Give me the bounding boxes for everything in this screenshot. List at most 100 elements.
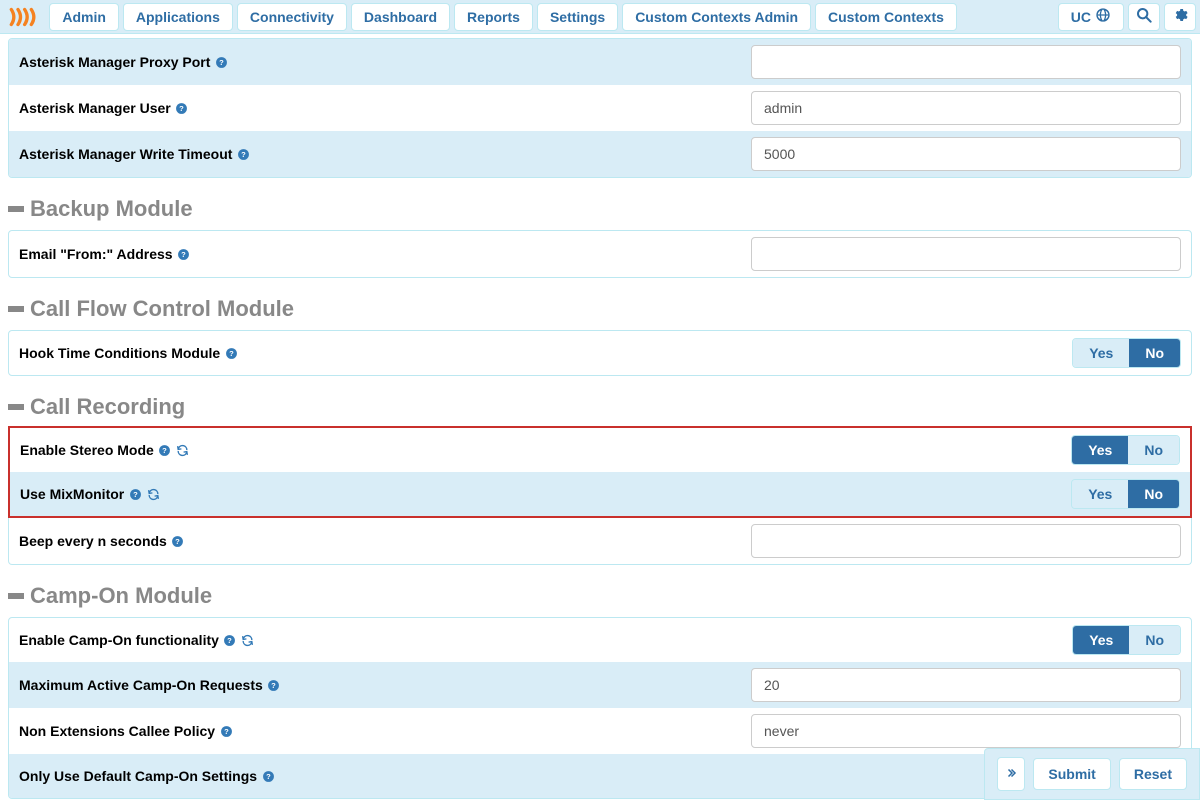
nav-admin[interactable]: Admin xyxy=(49,3,119,31)
nav-applications[interactable]: Applications xyxy=(123,3,233,31)
bottom-bar: Submit Reset xyxy=(984,748,1200,800)
nav-connectivity[interactable]: Connectivity xyxy=(237,3,347,31)
label-asterisk-user: Asterisk Manager User xyxy=(19,100,171,116)
input-beep-every-n[interactable] xyxy=(751,524,1181,558)
section-head-campon[interactable]: Camp-On Module xyxy=(8,583,1192,609)
row-asterisk-write-timeout: Asterisk Manager Write Timeout ? xyxy=(9,131,1191,177)
svg-text:?: ? xyxy=(228,636,233,645)
label-only-default-campon: Only Use Default Camp-On Settings xyxy=(19,768,257,784)
label-non-ext-callee-policy: Non Extensions Callee Policy xyxy=(19,723,215,739)
reset-button[interactable]: Reset xyxy=(1119,758,1187,790)
submit-button[interactable]: Submit xyxy=(1033,758,1110,790)
refresh-icon[interactable] xyxy=(241,633,255,647)
section-head-callflow[interactable]: Call Flow Control Module xyxy=(8,296,1192,322)
backup-panel: Email "From:" Address ? xyxy=(8,230,1192,278)
help-icon[interactable]: ? xyxy=(223,633,237,647)
yes-button[interactable]: Yes xyxy=(1072,436,1128,464)
row-enable-campon: Enable Camp-On functionality ? Yes No xyxy=(9,618,1191,662)
section-title-callflow: Call Flow Control Module xyxy=(30,296,294,322)
chevron-right-icon xyxy=(1005,767,1017,782)
label-asterisk-proxy-port: Asterisk Manager Proxy Port xyxy=(19,54,210,70)
help-icon[interactable]: ? xyxy=(128,487,142,501)
help-icon[interactable]: ? xyxy=(177,247,191,261)
label-beep-every-n: Beep every n seconds xyxy=(19,533,167,549)
logo[interactable] xyxy=(4,7,45,27)
svg-text:?: ? xyxy=(224,727,229,736)
section-head-backup[interactable]: Backup Module xyxy=(8,196,1192,222)
help-icon[interactable]: ? xyxy=(219,724,233,738)
help-icon[interactable]: ? xyxy=(214,55,228,69)
callrec-panel-highlight: Enable Stereo Mode ? Yes No Use MixMonit… xyxy=(8,426,1192,518)
row-max-campon-requests: Maximum Active Camp-On Requests ? xyxy=(9,662,1191,708)
toggle-enable-campon: Yes No xyxy=(1072,625,1181,655)
search-icon xyxy=(1136,7,1152,26)
yes-button[interactable]: Yes xyxy=(1073,339,1129,367)
toggle-hook-time-conditions: Yes No xyxy=(1072,338,1181,368)
label-max-campon-requests: Maximum Active Camp-On Requests xyxy=(19,677,263,693)
help-icon[interactable]: ? xyxy=(171,534,185,548)
section-head-callrec[interactable]: Call Recording xyxy=(8,394,1192,420)
language-icon xyxy=(1095,7,1111,26)
no-button[interactable]: No xyxy=(1128,480,1179,508)
gear-icon xyxy=(1172,7,1188,26)
svg-text:?: ? xyxy=(219,58,224,67)
nav-search-button[interactable] xyxy=(1128,3,1160,31)
help-icon[interactable]: ? xyxy=(261,769,275,783)
row-asterisk-user: Asterisk Manager User ? xyxy=(9,85,1191,131)
nav-uc-label: UC xyxy=(1071,9,1091,25)
refresh-icon[interactable] xyxy=(176,443,190,457)
input-asterisk-user[interactable] xyxy=(751,91,1181,125)
svg-text:?: ? xyxy=(241,150,246,159)
input-non-ext-callee-policy[interactable] xyxy=(751,714,1181,748)
input-email-from[interactable] xyxy=(751,237,1181,271)
collapse-icon xyxy=(8,306,24,312)
label-hook-time-conditions: Hook Time Conditions Module xyxy=(19,345,220,361)
svg-text:?: ? xyxy=(229,349,234,358)
help-icon[interactable]: ? xyxy=(175,101,189,115)
nav-custom-contexts[interactable]: Custom Contexts xyxy=(815,3,957,31)
collapse-icon xyxy=(8,593,24,599)
callflow-panel: Hook Time Conditions Module ? Yes No xyxy=(8,330,1192,376)
nav-dashboard[interactable]: Dashboard xyxy=(351,3,450,31)
nav-settings-button[interactable] xyxy=(1164,3,1196,31)
refresh-icon[interactable] xyxy=(146,487,160,501)
no-button[interactable]: No xyxy=(1129,626,1180,654)
input-asterisk-proxy-port[interactable] xyxy=(751,45,1181,79)
help-icon[interactable]: ? xyxy=(158,443,172,457)
row-hook-time-conditions: Hook Time Conditions Module ? Yes No xyxy=(9,331,1191,375)
yes-button[interactable]: Yes xyxy=(1073,626,1129,654)
yes-button[interactable]: Yes xyxy=(1072,480,1128,508)
section-title-callrec: Call Recording xyxy=(30,394,185,420)
svg-text:?: ? xyxy=(271,681,276,690)
row-asterisk-proxy-port: Asterisk Manager Proxy Port ? xyxy=(9,39,1191,85)
help-icon[interactable]: ? xyxy=(236,147,250,161)
label-enable-stereo: Enable Stereo Mode xyxy=(20,442,154,458)
nav-custom-contexts-admin[interactable]: Custom Contexts Admin xyxy=(622,3,811,31)
asterisk-panel: Asterisk Manager Proxy Port ? Asterisk M… xyxy=(8,38,1192,178)
no-button[interactable]: No xyxy=(1128,436,1179,464)
svg-text:?: ? xyxy=(181,250,186,259)
svg-text:?: ? xyxy=(133,490,138,499)
section-title-campon: Camp-On Module xyxy=(30,583,212,609)
nav-uc[interactable]: UC xyxy=(1058,3,1124,31)
collapse-bottombar-button[interactable] xyxy=(997,757,1025,791)
nav-settings[interactable]: Settings xyxy=(537,3,618,31)
svg-text:?: ? xyxy=(266,772,271,781)
label-email-from: Email "From:" Address xyxy=(19,246,173,262)
row-email-from: Email "From:" Address ? xyxy=(9,231,1191,277)
content: Asterisk Manager Proxy Port ? Asterisk M… xyxy=(0,34,1200,800)
input-max-campon-requests[interactable] xyxy=(751,668,1181,702)
row-use-mixmonitor: Use MixMonitor ? Yes No xyxy=(10,472,1190,516)
collapse-icon xyxy=(8,404,24,410)
input-asterisk-write-timeout[interactable] xyxy=(751,137,1181,171)
svg-text:?: ? xyxy=(176,537,181,546)
navbar: Admin Applications Connectivity Dashboar… xyxy=(0,0,1200,34)
no-button[interactable]: No xyxy=(1129,339,1180,367)
nav-reports[interactable]: Reports xyxy=(454,3,533,31)
label-asterisk-write-timeout: Asterisk Manager Write Timeout xyxy=(19,146,232,162)
help-icon[interactable]: ? xyxy=(267,678,281,692)
help-icon[interactable]: ? xyxy=(224,346,238,360)
label-use-mixmonitor: Use MixMonitor xyxy=(20,486,124,502)
callrec-panel-rest: Beep every n seconds ? xyxy=(8,518,1192,565)
toggle-use-mixmonitor: Yes No xyxy=(1071,479,1180,509)
